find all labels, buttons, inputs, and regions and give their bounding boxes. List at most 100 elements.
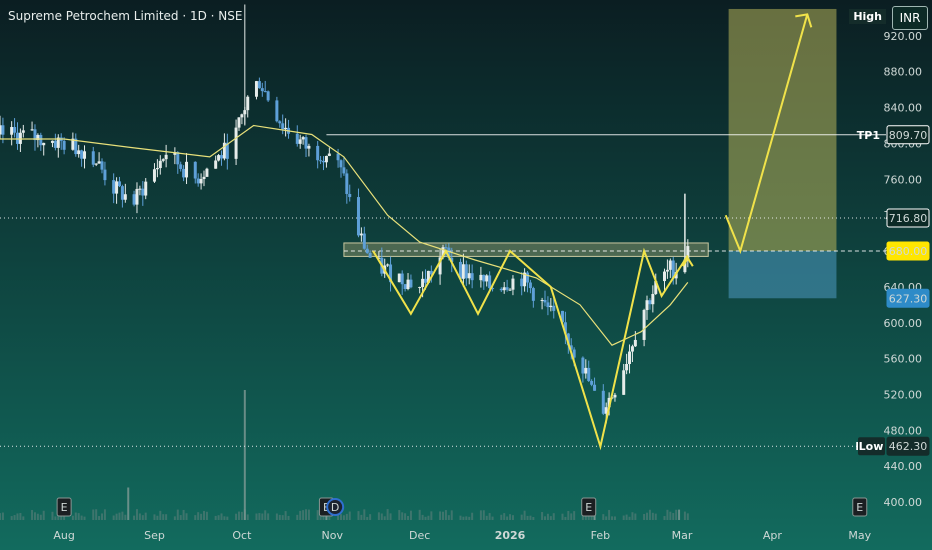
- volume-bar: [648, 509, 651, 520]
- volume-bar: [339, 514, 342, 520]
- candle-body: [284, 127, 288, 130]
- candle-body: [120, 186, 124, 200]
- x-tick-label: May: [848, 529, 871, 542]
- resistance-zone: [343, 242, 709, 257]
- candle-body: [202, 176, 206, 180]
- candle-body: [132, 194, 136, 205]
- candle-body: [281, 123, 285, 130]
- candle-body: [144, 181, 148, 196]
- candle-body: [531, 288, 535, 301]
- volume-bar: [360, 514, 363, 520]
- y-tick-label: 760.00: [884, 173, 923, 186]
- volume-bar: [156, 515, 159, 520]
- volume-bar: [176, 509, 179, 520]
- candle-body: [13, 127, 17, 133]
- volume-bar: [421, 514, 424, 520]
- volume-bar: [686, 513, 689, 520]
- volume-bar: [442, 511, 444, 520]
- volume-bar: [549, 516, 552, 520]
- volume-bar: [267, 513, 270, 520]
- y-tick-label: 520.00: [884, 388, 923, 401]
- volume-bar: [16, 513, 19, 520]
- volume-bar: [194, 515, 197, 520]
- volume-bar: [71, 515, 74, 520]
- volume-bar: [39, 514, 42, 520]
- earnings-marker-label: E: [856, 501, 863, 514]
- volume-bar: [101, 513, 104, 520]
- candle-body: [418, 286, 422, 288]
- candle-body: [214, 160, 218, 169]
- candle-body: [488, 275, 492, 289]
- volume-bar: [159, 510, 162, 520]
- candle-body: [50, 140, 54, 143]
- volume-bar: [427, 515, 430, 520]
- candle-body: [42, 142, 46, 146]
- y-tick-label: 920.00: [884, 30, 923, 43]
- candle-body: [246, 96, 250, 111]
- y-tick-label: 400.00: [884, 496, 923, 509]
- candle-body: [237, 117, 241, 128]
- volume-bar: [491, 516, 494, 520]
- candle-body: [590, 380, 594, 385]
- candle-body: [520, 278, 524, 287]
- candle-body: [10, 127, 14, 135]
- volume-bar: [485, 515, 488, 520]
- volume-bar: [613, 516, 616, 520]
- volume-bar: [363, 509, 366, 520]
- volume-bar: [115, 513, 118, 520]
- candle-body: [234, 127, 238, 159]
- candle-body: [444, 247, 448, 249]
- volume-bar: [552, 513, 555, 520]
- volume-bar: [307, 509, 310, 520]
- candle-body: [359, 233, 363, 236]
- volume-bar: [634, 513, 637, 520]
- volume-bar: [447, 515, 450, 520]
- volume-bar: [287, 515, 290, 520]
- volume-bar: [278, 514, 281, 520]
- volume-bar: [450, 510, 453, 520]
- price-tag-label: 627.30: [889, 292, 928, 305]
- volume-bar: [124, 514, 127, 520]
- candle-body: [100, 161, 104, 170]
- volume-bar: [672, 513, 675, 520]
- candle-body: [511, 278, 515, 290]
- tp1-label: TP1: [857, 129, 880, 142]
- volume-bar: [663, 516, 666, 520]
- earnings-marker-label: E: [61, 501, 68, 514]
- candle-body: [53, 140, 57, 148]
- candle-body: [546, 302, 550, 308]
- candle-body: [421, 278, 425, 287]
- volume-bar: [205, 511, 208, 520]
- candle-body: [260, 88, 264, 92]
- candle-body: [39, 134, 43, 146]
- candle-body: [176, 152, 180, 165]
- currency-button[interactable]: INR: [892, 6, 928, 30]
- volume-bar: [622, 515, 625, 520]
- volume-bar: [226, 516, 229, 520]
- volume-bar: [541, 512, 544, 520]
- candle-body: [345, 173, 349, 194]
- volume-bar: [74, 512, 77, 520]
- candle-body: [625, 363, 629, 371]
- candle-body: [648, 300, 652, 305]
- volume-bar: [141, 515, 144, 520]
- candle-body: [0, 125, 2, 135]
- volume-bar: [182, 509, 185, 520]
- y-tick-label: 880.00: [884, 66, 923, 79]
- candle-body: [406, 279, 410, 290]
- y-tick-label: 440.00: [884, 460, 923, 473]
- candle-body: [424, 278, 428, 283]
- chart-container: TP1 Low 400.00 440.00 480.00 520.00 560.00 600…: [0, 0, 932, 550]
- price-chart[interactable]: TP1 Low 400.00 440.00 480.00 520.00 560.00 600…: [0, 0, 932, 550]
- risk-reward-layer: [728, 8, 837, 299]
- candle-body: [115, 181, 119, 194]
- volume-bar: [133, 515, 136, 520]
- volume-bar: [214, 515, 217, 520]
- candle-body: [526, 272, 530, 283]
- candle-body: [158, 160, 162, 169]
- y-tick-label: 600.00: [884, 317, 923, 330]
- volume-bar: [532, 516, 535, 520]
- volume-bar: [98, 516, 101, 520]
- candle-body: [123, 194, 127, 200]
- volume-bar: [628, 516, 631, 520]
